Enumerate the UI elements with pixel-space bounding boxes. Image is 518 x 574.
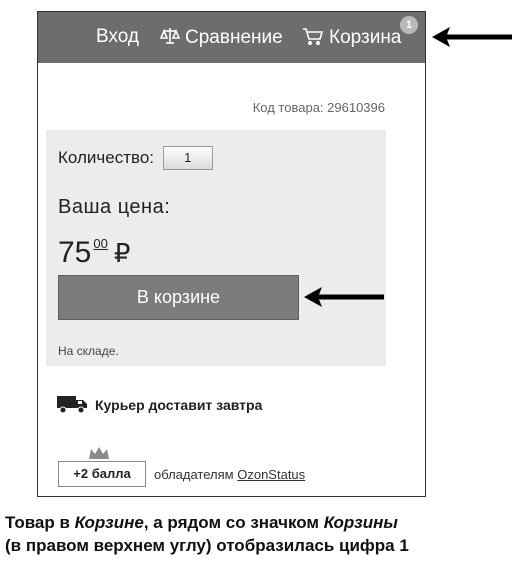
scales-icon — [160, 28, 180, 44]
cart-link[interactable]: Корзина — [302, 26, 401, 49]
quantity-row: Количество: 1 — [58, 146, 213, 170]
caption-text: , а рядом со значком — [143, 513, 324, 532]
caption-emphasis: Корзине — [74, 513, 144, 532]
product-code: Код товара: 29610396 — [252, 100, 385, 115]
delivery-text: Курьер доставит завтра — [95, 397, 263, 413]
compare-link[interactable]: Сравнение — [160, 26, 283, 49]
stock-status: На складе. — [58, 344, 119, 358]
delivery-info: Курьер доставит завтра — [56, 394, 262, 414]
ozonstatus-note: обладателям OzonStatus — [154, 467, 305, 482]
arrow-to-cart-button — [304, 287, 384, 307]
arrow-to-cart-badge — [432, 27, 512, 47]
compare-label: Сравнение — [185, 27, 283, 48]
quantity-input[interactable]: 1 — [162, 146, 213, 170]
product-widget: Вход Сравнение Корзина 1 Код товара: 296… — [37, 11, 426, 497]
caption-emphasis: Корзины — [323, 513, 398, 532]
truck-icon — [57, 396, 87, 414]
ozonstatus-prefix: обладателям — [154, 467, 234, 482]
price-main: 75 — [58, 236, 92, 269]
price: 75 00 ₽ — [58, 236, 130, 270]
caption-text: Товар в — [5, 513, 75, 532]
buy-box: Количество: 1 Ваша цена: 75 00 ₽ В корзине… — [46, 130, 386, 366]
price-label: Ваша цена: — [58, 196, 171, 218]
header-bar: Вход Сравнение Корзина 1 — [38, 12, 425, 63]
caption-line-1: Товар в Корзине, а рядом со значком Корз… — [5, 511, 513, 534]
caption-line-2: (в правом верхнем углу) отобразилась циф… — [5, 536, 409, 555]
points-badge: +2 балла — [58, 461, 146, 487]
ozonstatus-link[interactable]: OzonStatus — [237, 467, 305, 482]
figure-caption: Товар в Корзине, а рядом со значком Корз… — [5, 511, 513, 557]
quantity-label: Количество: — [58, 148, 155, 167]
price-cents: 00 — [93, 236, 108, 251]
currency-sign: ₽ — [113, 238, 131, 268]
crown-icon — [89, 447, 109, 459]
login-link[interactable]: Вход — [96, 26, 139, 48]
cart-label: Корзина — [329, 27, 402, 48]
in-cart-button[interactable]: В корзине — [58, 275, 299, 320]
cart-count-badge: 1 — [400, 16, 418, 34]
cart-icon — [303, 28, 324, 46]
